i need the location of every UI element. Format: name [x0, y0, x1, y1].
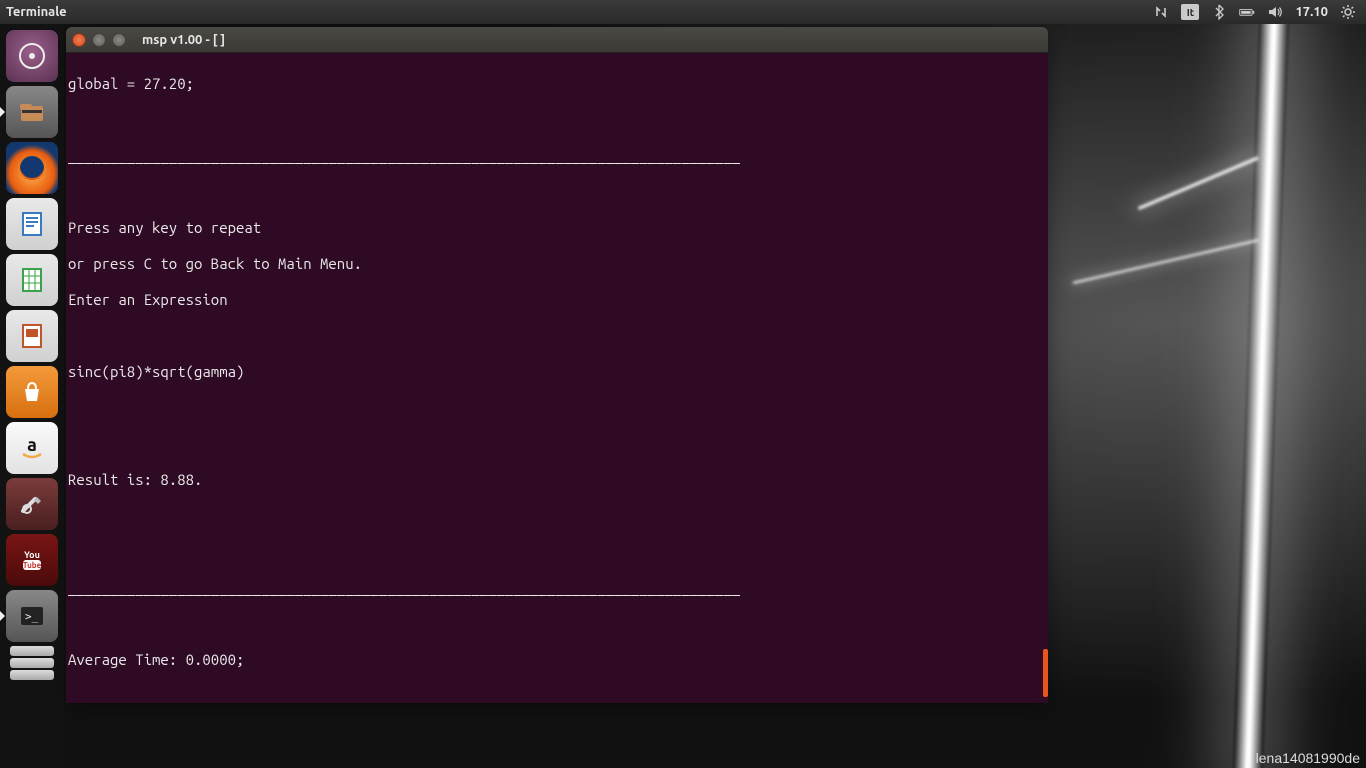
window-maximize-button[interactable]: [112, 33, 126, 47]
launcher-calc[interactable]: [6, 254, 58, 306]
terminal-titlebar[interactable]: msp v1.00 - [ ]: [66, 27, 1048, 53]
term-hr: ________________________________________…: [66, 147, 1048, 165]
term-line: [66, 435, 1048, 453]
svg-text:Tube: Tube: [23, 561, 42, 570]
term-hr: ________________________________________…: [66, 579, 1048, 597]
term-line: [66, 399, 1048, 417]
launcher-dash[interactable]: [6, 30, 58, 82]
system-tray: It 17.10: [1153, 4, 1356, 20]
term-line: Enter an Expression: [66, 291, 1048, 309]
launcher-youtube[interactable]: YouTube: [6, 534, 58, 586]
term-line: Press any key to repeat: [66, 219, 1048, 237]
session-gear-icon[interactable]: [1340, 4, 1356, 20]
window-minimize-button[interactable]: [92, 33, 106, 47]
term-line: [66, 507, 1048, 525]
terminal-window: msp v1.00 - [ ] global = 27.20; ________…: [66, 27, 1048, 703]
term-line: Average Time: 0.0000;: [66, 651, 1048, 669]
top-panel: Terminale It 17.10: [0, 0, 1366, 24]
term-line: [66, 543, 1048, 561]
launcher-writer[interactable]: [6, 198, 58, 250]
launcher-amazon[interactable]: a: [6, 422, 58, 474]
launcher-impress[interactable]: [6, 310, 58, 362]
keyboard-layout-indicator[interactable]: It: [1181, 4, 1199, 20]
launcher-trash[interactable]: [6, 646, 58, 680]
svg-text:>_: >_: [25, 610, 39, 623]
svg-text:You: You: [24, 550, 40, 560]
lightning-decor: [1232, 24, 1289, 768]
launcher-firefox[interactable]: [6, 142, 58, 194]
focused-app-name: Terminale: [6, 5, 67, 19]
clock[interactable]: 17.10: [1295, 5, 1328, 19]
term-line: [66, 687, 1048, 703]
terminal-scrollbar[interactable]: [1043, 649, 1048, 697]
term-line: or press C to go Back to Main Menu.: [66, 255, 1048, 273]
window-close-button[interactable]: [72, 33, 86, 47]
launcher-terminal[interactable]: >_: [6, 590, 58, 642]
battery-icon[interactable]: [1239, 4, 1255, 20]
launcher-software-center[interactable]: [6, 366, 58, 418]
network-icon[interactable]: [1153, 4, 1169, 20]
term-line: sinc(pi8)*sqrt(gamma): [66, 363, 1048, 381]
unity-launcher: a YouTube >_: [0, 24, 64, 768]
term-line: [66, 615, 1048, 633]
bluetooth-icon[interactable]: [1211, 4, 1227, 20]
launcher-settings[interactable]: [6, 478, 58, 530]
sound-icon[interactable]: [1267, 4, 1283, 20]
svg-text:a: a: [27, 435, 37, 455]
term-line: global = 27.20;: [66, 75, 1048, 93]
terminal-body[interactable]: global = 27.20; ________________________…: [66, 53, 1048, 703]
wallpaper-watermark: lena14081990de: [1256, 750, 1360, 766]
term-line: [66, 183, 1048, 201]
term-line: Result is: 8.88.: [66, 471, 1048, 489]
window-title: msp v1.00 - [ ]: [142, 33, 225, 47]
launcher-files[interactable]: [6, 86, 58, 138]
term-line: [66, 327, 1048, 345]
term-line: [66, 111, 1048, 129]
